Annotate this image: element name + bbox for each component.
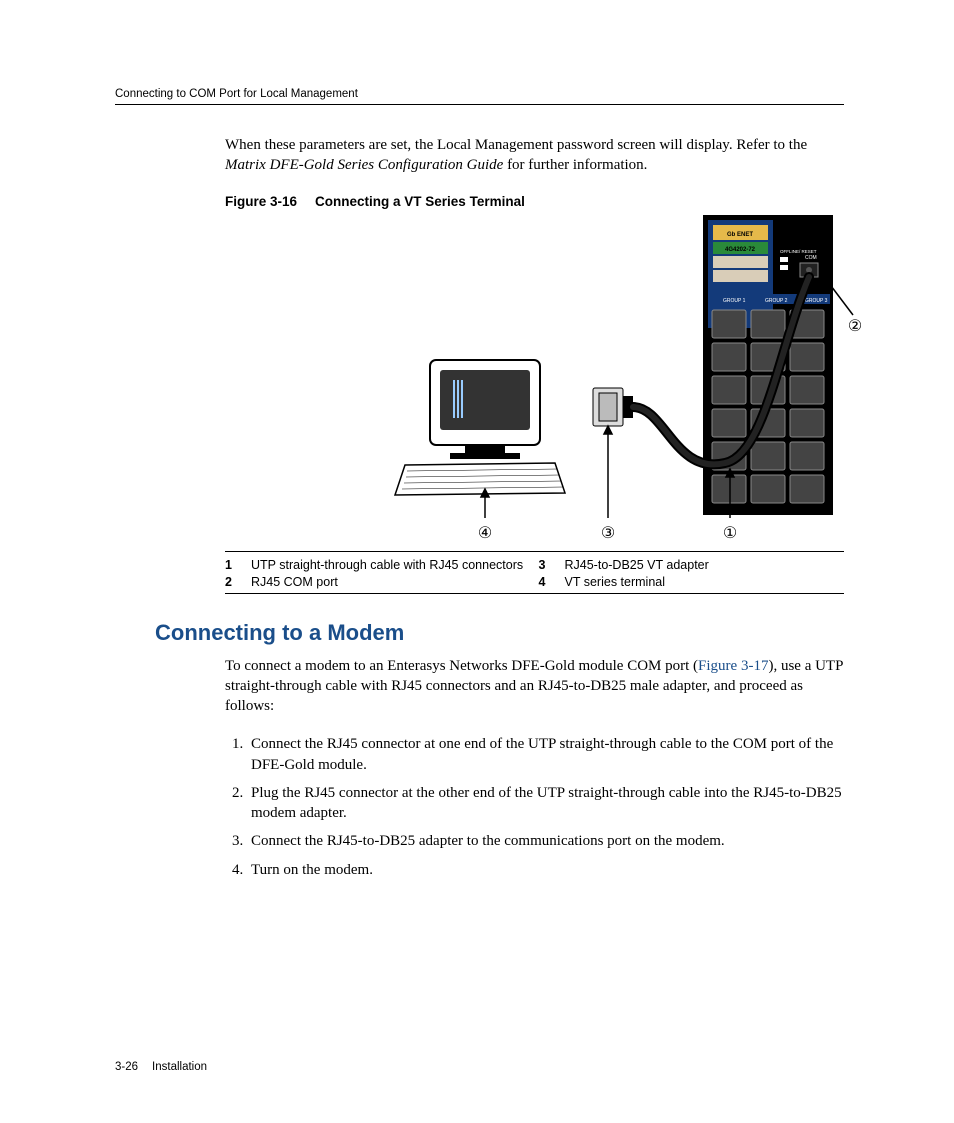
figure-number: Figure 3-16 <box>225 194 297 209</box>
chapter-name: Installation <box>152 1061 207 1073</box>
step-2: Plug the RJ45 connector at the other end… <box>247 783 844 824</box>
section-pre-link: To connect a modem to an Enterasys Netwo… <box>225 658 698 674</box>
section-intro: To connect a modem to an Enterasys Netwo… <box>225 656 844 717</box>
figure-caption: Figure 3-16 Connecting a VT Series Termin… <box>225 194 844 209</box>
page-number: 3-26 <box>115 1061 138 1073</box>
module-label-model: 4G4202-72 <box>725 247 756 253</box>
terminal-icon <box>395 360 565 495</box>
figure-title: Connecting a VT Series Terminal <box>315 194 525 209</box>
intro-paragraph: When these parameters are set, the Local… <box>225 135 844 176</box>
page: Connecting to COM Port for Local Managem… <box>0 0 954 1123</box>
step-4: Turn on the modem. <box>247 860 844 880</box>
header-text: Connecting to COM Port for Local Managem… <box>115 88 358 100</box>
figure: Gb ENET 4G4202-72 OFFLINE/ RESET COM GRO… <box>225 215 844 545</box>
module-label-gbenet: Gb ENET <box>727 232 753 238</box>
legend-text-4: VT series terminal <box>565 575 845 589</box>
module-label-g1: GROUP 1 <box>723 298 746 304</box>
intro-italic: Matrix DFE-Gold Series Configuration Gui… <box>225 157 503 173</box>
callout-2: ② <box>848 318 862 335</box>
callout-3: ③ <box>601 525 615 542</box>
step-3: Connect the RJ45-to-DB25 adapter to the … <box>247 831 844 851</box>
section-heading: Connecting to a Modem <box>155 620 844 646</box>
callout-4: ④ <box>478 525 492 542</box>
page-footer: 3-26 Installation <box>115 1061 207 1073</box>
intro-pre: When these parameters are set, the Local… <box>225 137 807 153</box>
legend-num-4: 4 <box>539 575 557 589</box>
legend-num-2: 2 <box>225 575 243 589</box>
running-header: Connecting to COM Port for Local Managem… <box>115 88 844 105</box>
module-label-reset: OFFLINE/ RESET <box>780 249 817 254</box>
legend-num-3: 3 <box>539 558 557 572</box>
module-label-g2: GROUP 2 <box>765 298 788 304</box>
steps-list: Connect the RJ45 connector at one end of… <box>225 734 844 880</box>
legend-num-1: 1 <box>225 558 243 572</box>
step-1: Connect the RJ45 connector at one end of… <box>247 734 844 775</box>
legend-text-1: UTP straight-through cable with RJ45 con… <box>251 558 531 572</box>
module-label-com: COM <box>805 255 817 261</box>
figure-xref[interactable]: Figure 3-17 <box>698 658 768 674</box>
figure-legend: 1 UTP straight-through cable with RJ45 c… <box>225 551 844 594</box>
intro-post: for further information. <box>503 157 647 173</box>
legend-text-3: RJ45-to-DB25 VT adapter <box>565 558 845 572</box>
figure-svg: Gb ENET 4G4202-72 OFFLINE/ RESET COM GRO… <box>225 215 865 545</box>
legend-text-2: RJ45 COM port <box>251 575 531 589</box>
callout-1: ① <box>723 525 737 542</box>
module-label-g3: GROUP 3 <box>805 298 828 304</box>
adapter-icon <box>593 388 633 426</box>
